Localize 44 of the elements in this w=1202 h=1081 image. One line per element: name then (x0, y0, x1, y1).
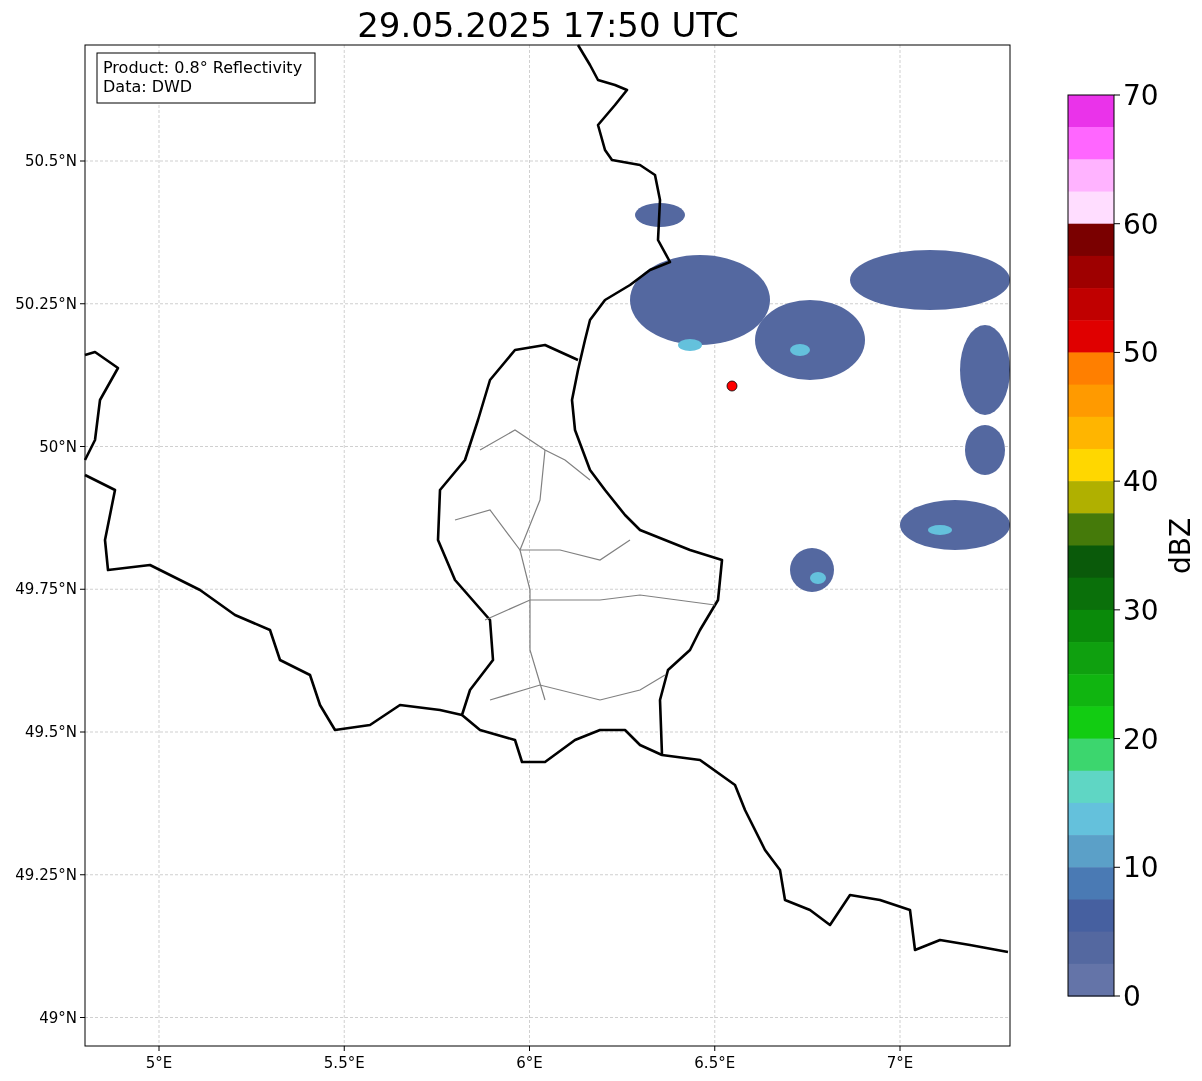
tick-mark (1113, 738, 1121, 740)
tick-mark (1113, 223, 1121, 225)
colorbar-tick-label: 10 (1123, 851, 1159, 885)
tick-mark (343, 1045, 345, 1052)
tick-mark (1113, 609, 1121, 611)
x-tick-label: 5°E (145, 1054, 173, 1072)
tick-mark (1113, 480, 1121, 482)
y-tick-label: 49°N (39, 1008, 77, 1027)
tick-mark (79, 588, 86, 590)
colorbar-tick-label: 0 (1123, 980, 1141, 1013)
tick-mark (79, 446, 86, 447)
y-tick-label: 50°N (39, 437, 77, 456)
tick-mark (79, 160, 86, 162)
y-tick-label: 49.75°N (15, 580, 77, 599)
y-tick-label: 50.5°N (24, 152, 77, 170)
tick-mark (1113, 866, 1121, 868)
x-tick-label: 5.5°E (323, 1054, 365, 1072)
tick-mark (79, 874, 86, 876)
colorbar-tick-label: 30 (1123, 593, 1159, 627)
tick-mark (1113, 351, 1121, 353)
tick-mark (899, 1045, 901, 1052)
colorbar-tick-label: 20 (1123, 722, 1159, 756)
chart-title: 29.05.2025 17:50 UTC (357, 5, 739, 45)
y-tick-label: 49.5°N (24, 723, 77, 741)
tick-mark (529, 1045, 530, 1052)
colorbar-label: dBZ (1164, 517, 1197, 575)
colorbar-tick-label: 50 (1123, 336, 1159, 370)
tick-mark (1113, 995, 1121, 997)
tick-mark (1113, 94, 1121, 96)
colorbar-tick-label: 40 (1123, 465, 1159, 499)
x-tick-label: 6.5°E (694, 1054, 736, 1072)
y-tick-label: 50.25°N (15, 294, 77, 313)
info-text: Data: DWD (103, 77, 193, 96)
info-text: Product: 0.8° Reflectivity (103, 58, 303, 77)
tick-mark (79, 1017, 86, 1018)
y-tick-label: 49.25°N (15, 865, 77, 884)
colorbar-tick-label: 60 (1123, 207, 1159, 241)
tick-mark (79, 731, 86, 733)
tick-mark (714, 1045, 716, 1052)
colorbar-tick-label: 70 (1123, 79, 1159, 112)
x-tick-label: 7°E (886, 1054, 914, 1072)
tick-mark (79, 303, 86, 305)
tick-mark (158, 1045, 160, 1052)
x-tick-label: 6°E (516, 1054, 543, 1072)
